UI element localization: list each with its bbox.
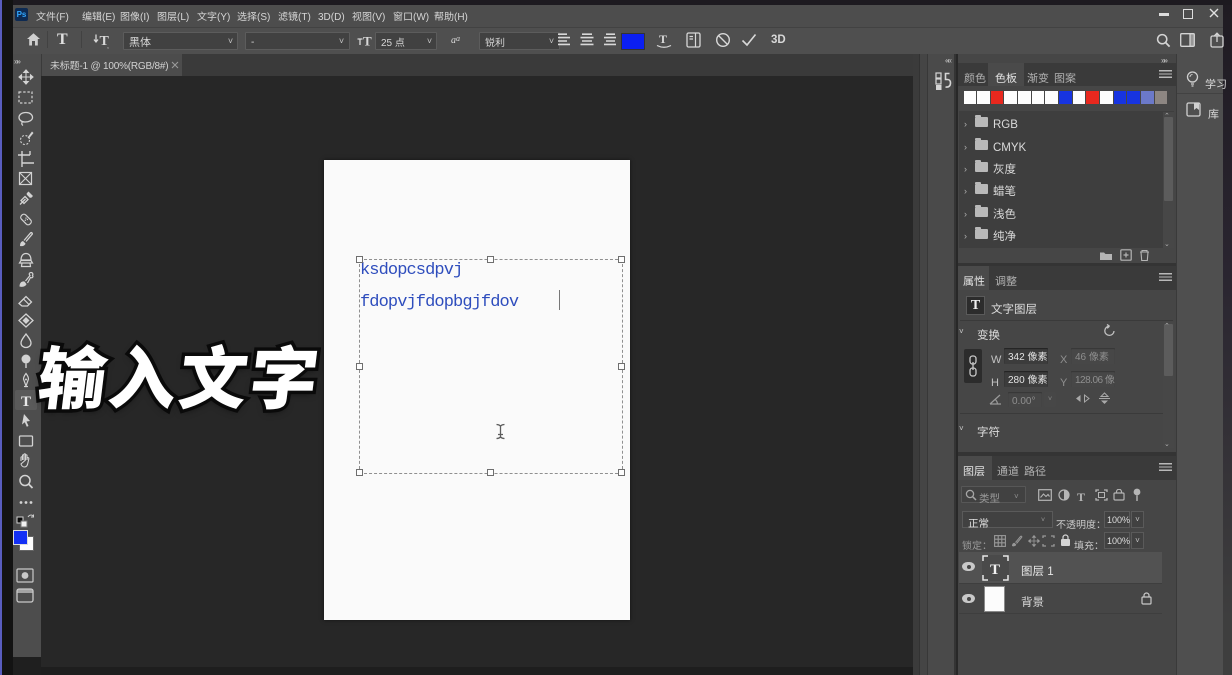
- svg-text:,: ,: [107, 41, 109, 49]
- svg-text:T: T: [659, 32, 667, 46]
- svg-text:T: T: [990, 562, 1000, 578]
- svg-text:T: T: [363, 34, 372, 48]
- svg-text:T: T: [21, 394, 31, 409]
